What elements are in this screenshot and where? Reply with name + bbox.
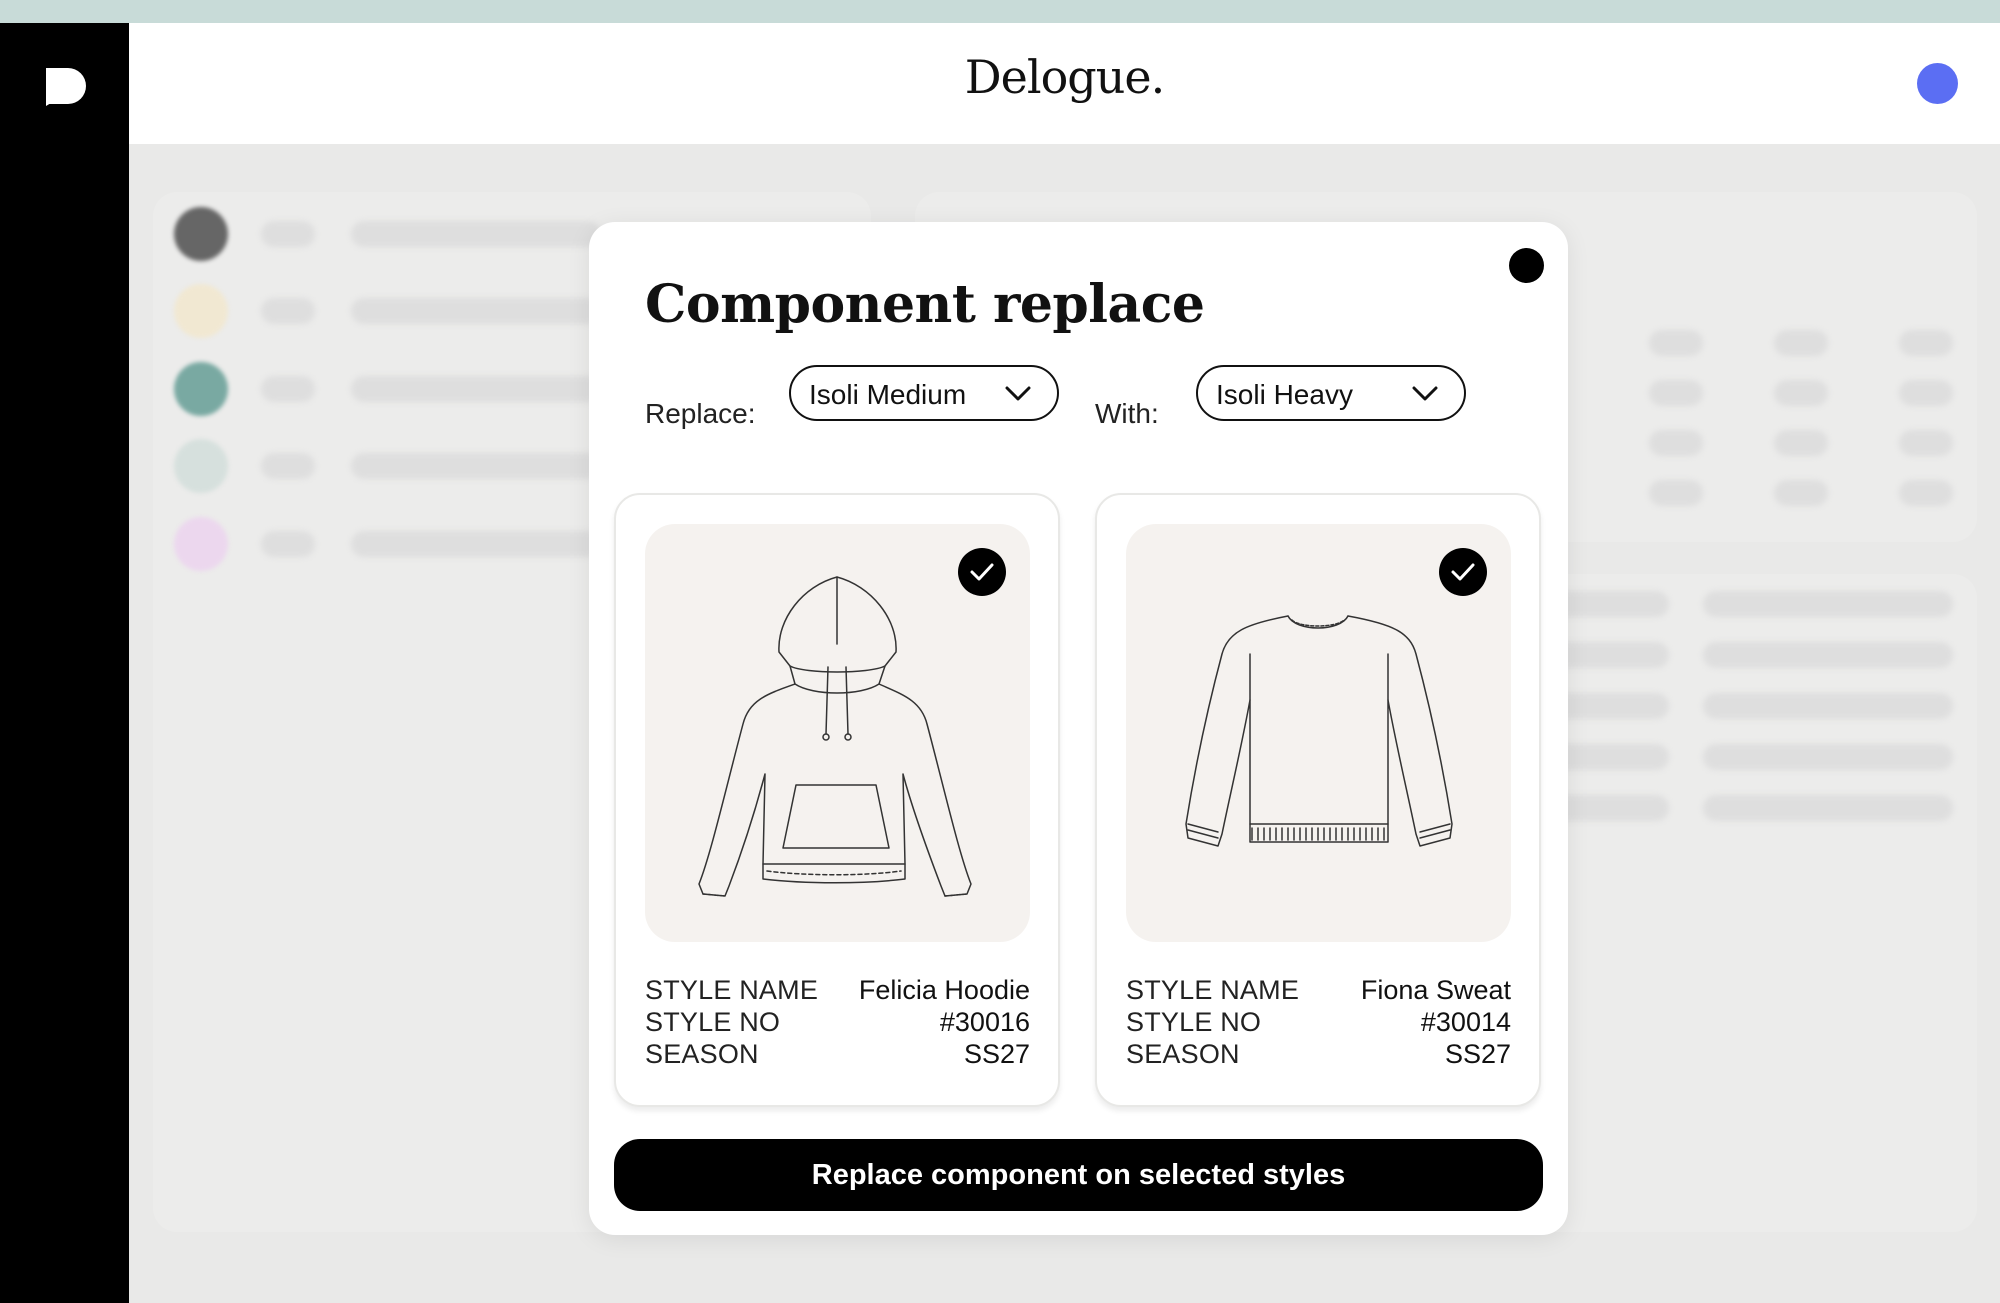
replace-label: Replace: — [645, 398, 756, 429]
bg-pill — [261, 376, 315, 402]
modal-title: Component replace — [645, 274, 1205, 335]
bg-pill — [1649, 380, 1703, 406]
style-image — [1126, 524, 1511, 942]
bg-pill — [351, 376, 601, 402]
bg-swatch-4 — [174, 439, 228, 493]
meta-row-style-no: STYLE NO #30016 — [645, 1007, 1030, 1039]
checkmark-icon — [1451, 563, 1475, 581]
user-avatar[interactable] — [1917, 63, 1958, 104]
bg-pill — [1774, 480, 1828, 506]
style-meta: STYLE NAME Fiona Sweat STYLE NO #30014 S… — [1126, 975, 1511, 1071]
bg-pill — [351, 531, 601, 557]
app-header: Delogue. — [129, 23, 2000, 144]
bg-pill — [1774, 330, 1828, 356]
bg-pill — [1703, 591, 1953, 617]
bg-pill — [261, 298, 315, 324]
component-replace-modal: Component replace Replace: Isoli Medium … — [589, 222, 1568, 1235]
meta-row-style-name: STYLE NAME Felicia Hoodie — [645, 975, 1030, 1007]
replace-select[interactable]: Isoli Medium — [789, 365, 1059, 421]
bg-pill — [1703, 795, 1953, 821]
meta-row-season: SEASON SS27 — [645, 1039, 1030, 1071]
style-meta: STYLE NAME Felicia Hoodie STYLE NO #3001… — [645, 975, 1030, 1071]
meta-label: STYLE NO — [645, 1007, 781, 1037]
season-value: SS27 — [963, 1039, 1030, 1069]
style-card-felicia-hoodie[interactable]: STYLE NAME Felicia Hoodie STYLE NO #3001… — [614, 493, 1060, 1107]
bg-pill — [1703, 744, 1953, 770]
selected-check[interactable] — [1439, 548, 1487, 596]
bg-pill — [261, 221, 315, 247]
bg-swatch-1 — [174, 207, 228, 261]
bg-pill — [1703, 642, 1953, 668]
meta-label: SEASON — [645, 1039, 759, 1069]
style-image — [645, 524, 1030, 942]
meta-row-style-no: STYLE NO #30014 — [1126, 1007, 1511, 1039]
sidebar — [0, 23, 129, 1303]
bg-pill — [1899, 430, 1953, 456]
window-top-strip — [0, 0, 2000, 23]
bg-swatch-5 — [174, 517, 228, 571]
bg-pill — [1899, 380, 1953, 406]
with-select[interactable]: Isoli Heavy — [1196, 365, 1466, 421]
bg-pill — [351, 453, 601, 479]
checkmark-icon — [970, 563, 994, 581]
bg-pill — [1899, 330, 1953, 356]
replace-component-button[interactable]: Replace component on selected styles — [614, 1139, 1543, 1211]
bg-pill — [1774, 380, 1828, 406]
bg-swatch-3 — [174, 362, 228, 416]
chat-logo-icon[interactable] — [42, 64, 88, 108]
bg-pill — [261, 531, 315, 557]
style-card-fiona-sweat[interactable]: STYLE NAME Fiona Sweat STYLE NO #30014 S… — [1095, 493, 1541, 1107]
bg-pill — [1703, 693, 1953, 719]
bg-pill — [1649, 430, 1703, 456]
bg-pill — [1649, 330, 1703, 356]
with-select-value: Isoli Heavy — [1216, 379, 1353, 410]
brand-logo: Delogue. — [964, 50, 1165, 104]
meta-row-style-name: STYLE NAME Fiona Sweat — [1126, 975, 1511, 1007]
bg-pill — [1774, 430, 1828, 456]
selected-check[interactable] — [958, 548, 1006, 596]
app-window: Delogue. Component replace Replace: Isol… — [0, 23, 2000, 1303]
meta-row-season: SEASON SS27 — [1126, 1039, 1511, 1071]
bg-pill — [1899, 480, 1953, 506]
meta-label: STYLE NAME — [1126, 975, 1300, 1005]
with-label: With: — [1095, 398, 1159, 429]
bg-pill — [1649, 480, 1703, 506]
meta-label: STYLE NAME — [645, 975, 819, 1005]
meta-label: SEASON — [1126, 1039, 1240, 1069]
style-name-value: Fiona Sweat — [1360, 975, 1511, 1005]
style-no-value: #30016 — [939, 1007, 1030, 1037]
bg-swatch-2 — [174, 284, 228, 338]
chevron-down-icon — [1412, 386, 1438, 401]
bg-pill — [351, 298, 601, 324]
meta-label: STYLE NO — [1126, 1007, 1262, 1037]
season-value: SS27 — [1444, 1039, 1511, 1069]
chevron-down-icon — [1005, 386, 1031, 401]
style-no-value: #30014 — [1420, 1007, 1511, 1037]
bg-pill — [261, 453, 315, 479]
style-name-value: Felicia Hoodie — [858, 975, 1030, 1005]
close-button[interactable] — [1509, 248, 1544, 283]
bg-pill — [351, 221, 601, 247]
replace-select-value: Isoli Medium — [809, 379, 967, 410]
